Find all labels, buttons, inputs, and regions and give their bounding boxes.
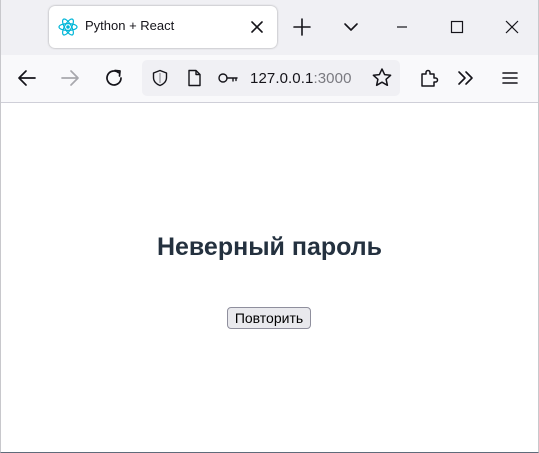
close-window-icon[interactable]	[501, 16, 523, 38]
extensions-icon[interactable]	[417, 66, 441, 90]
url-text[interactable]: 127.0.0.1:3000	[250, 70, 352, 87]
overflow-chevrons-icon[interactable]	[454, 66, 478, 90]
new-tab-plus-icon[interactable]	[291, 16, 313, 38]
error-heading: Неверный пароль	[156, 233, 383, 261]
page-info-icon[interactable]	[185, 69, 203, 87]
shield-icon[interactable]	[151, 69, 169, 87]
tab-strip: Python + React	[1, 0, 538, 55]
reload-icon[interactable]	[102, 66, 126, 90]
bookmark-star-icon[interactable]	[370, 66, 394, 90]
minimize-icon[interactable]	[391, 16, 413, 38]
tab-title: Python + React	[85, 18, 175, 33]
hamburger-menu-icon[interactable]	[498, 66, 522, 90]
navigation-bar: 127.0.0.1:3000	[1, 55, 538, 103]
tab-list-chevron-icon[interactable]	[340, 16, 362, 38]
retry-button[interactable]: Повторить	[227, 307, 311, 329]
url-port: :3000	[313, 70, 352, 87]
active-tab[interactable]: Python + React	[49, 6, 277, 48]
browser-window: Python + React 127.0.0.1:3000 Неверный п…	[0, 0, 539, 453]
react-logo-icon	[58, 17, 78, 37]
forward-arrow-icon[interactable]	[58, 66, 82, 90]
maximize-icon[interactable]	[446, 16, 468, 38]
key-icon[interactable]	[217, 69, 239, 87]
close-tab-icon[interactable]	[249, 19, 265, 35]
page-content: Неверный пароль Повторить	[1, 103, 538, 452]
url-host: 127.0.0.1	[250, 70, 314, 87]
address-bar[interactable]: 127.0.0.1:3000	[142, 60, 400, 96]
back-arrow-icon[interactable]	[15, 66, 39, 90]
